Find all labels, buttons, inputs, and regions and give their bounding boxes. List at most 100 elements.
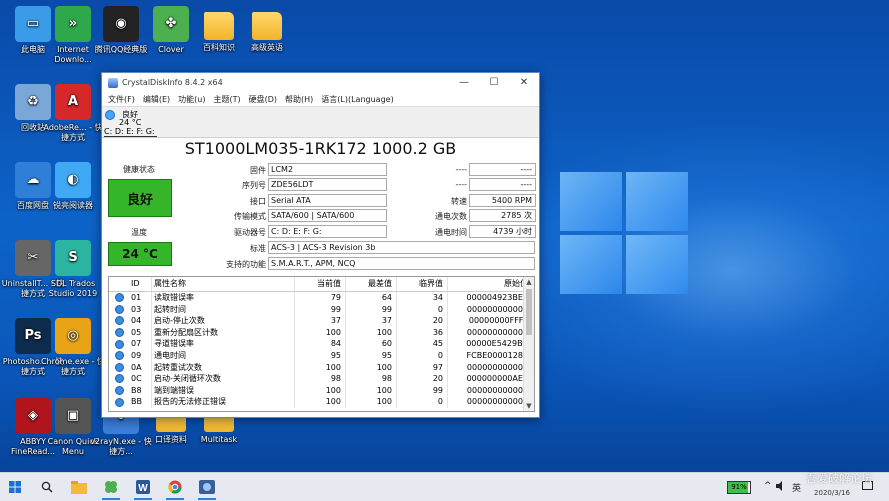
speaker-icon[interactable] (776, 481, 786, 494)
crystaldiskinfo-window[interactable]: CrystalDiskInfo 8.4.2 x64 — ☐ ✕ 文件(F) 编辑(… (101, 72, 540, 418)
search-icon[interactable] (36, 477, 58, 497)
scroll-down-icon[interactable]: ▼ (524, 401, 534, 411)
header-worst[interactable]: 最差值 (345, 277, 396, 291)
cell-id: BB (131, 397, 142, 407)
battery-percent: 91% (731, 483, 747, 491)
cell-id: B8 (131, 385, 142, 395)
watermark: 吾爱破解论坛 (806, 472, 872, 485)
file-explorer-icon[interactable] (68, 477, 90, 497)
features-value: S.M.A.R.T., APM, NCQ (268, 257, 535, 270)
desktop-icon[interactable]: A AdobeRe... - 快捷方式 (40, 84, 106, 143)
cell-current: 100 (294, 396, 345, 408)
battery-indicator[interactable]: 91% (727, 481, 751, 494)
cell-id: 01 (131, 293, 142, 302)
cell-raw: 000000000000 (447, 303, 532, 316)
cell-id: 04 (131, 316, 142, 326)
cell-name: 端到端错误 (151, 384, 294, 397)
menu-item[interactable]: 硬盘(D) (245, 94, 281, 105)
desktop-icon-label: Chrome.exe - 快捷方式 (40, 357, 106, 376)
menu-item[interactable]: 编辑(E) (139, 94, 174, 105)
transfer-mode-value: SATA/600 | SATA/600 (268, 209, 387, 222)
crystaldiskinfo-icon[interactable] (196, 477, 218, 500)
desktop-icon-label: 高级英语 (251, 43, 283, 52)
word-icon[interactable]: W (132, 477, 154, 500)
header-id[interactable]: ID (129, 277, 151, 291)
menu-item[interactable]: 语言(L)(Language) (317, 94, 397, 105)
status-dot-icon (109, 350, 129, 362)
table-scrollbar[interactable]: ▲ ▼ (523, 277, 534, 411)
cell-current: 99 (294, 303, 345, 316)
cell-id: 07 (131, 339, 142, 349)
cell-worst: 99 (345, 303, 396, 316)
drive-selector-strip[interactable]: 良好 24 °C C: D: E: F: G: (102, 106, 539, 138)
interface-value: Serial ATA (268, 194, 387, 207)
header-current[interactable]: 当前值 (294, 277, 345, 291)
menu-item[interactable]: 功能(u) (174, 94, 209, 105)
table-row[interactable]: BB 报告的无法修正错误 100 100 0 000000000000 (109, 396, 534, 408)
windows-start-icon[interactable] (4, 477, 26, 497)
header-raw[interactable]: 原始值 (447, 277, 532, 291)
cell-current: 95 (294, 349, 345, 362)
cell-current: 100 (294, 384, 345, 397)
cell-name: 起转重试次数 (151, 361, 294, 374)
desktop-icon[interactable]: S SDL Trados Studio 2019 (40, 240, 106, 299)
strip-temp: 24 °C (119, 118, 142, 127)
cell-worst: 37 (345, 315, 396, 327)
table-header: ID 属性名称 当前值 最差值 临界值 原始值 (109, 277, 534, 292)
cell-name: 读取错误率 (151, 292, 294, 304)
chrome-icon: ◎ (55, 318, 91, 354)
scroll-thumb[interactable] (526, 289, 532, 335)
cell-id: 09 (131, 350, 142, 360)
clover-icon: ✤ (153, 6, 189, 42)
table-row[interactable]: 09 通电时间 95 95 0 FCBE00001283 (109, 349, 534, 362)
cell-threshold: 34 (396, 292, 447, 304)
desktop-icon[interactable]: ◎ Chrome.exe - 快捷方式 (40, 318, 106, 377)
cell-name: 寻道错误率 (151, 338, 294, 350)
status-dot-icon (109, 327, 129, 339)
health-status-button[interactable]: 良好 (108, 179, 172, 217)
table-row[interactable]: 03 起转时间 99 99 0 000000000000 (109, 303, 534, 316)
desktop-icon[interactable]: ◐ 锐亮阅读器 (40, 162, 106, 211)
windows-logo-wallpaper (560, 172, 690, 296)
menu-item[interactable]: 文件(F) (104, 94, 139, 105)
header-name[interactable]: 属性名称 (151, 277, 294, 291)
table-row[interactable]: 04 启动-停止次数 37 37 20 00000000FFFF (109, 315, 534, 327)
table-row[interactable]: 0A 起转重试次数 100 100 97 000000000000 (109, 361, 534, 374)
ime-indicator[interactable]: 英 (792, 481, 801, 494)
cell-raw: 000000000000 (447, 384, 532, 397)
cell-name: 起转时间 (151, 303, 294, 316)
smart-attribute-table[interactable]: ID 属性名称 当前值 最差值 临界值 原始值 01 读取错误率 79 64 34 000… (108, 276, 535, 412)
cell-worst: 100 (345, 326, 396, 339)
close-button[interactable]: ✕ (509, 73, 539, 92)
menu-item[interactable]: 主题(T) (209, 94, 244, 105)
cell-worst: 100 (345, 396, 396, 408)
header-threshold[interactable]: 临界值 (396, 277, 447, 291)
cell-raw: 000000000AE1 (447, 373, 532, 385)
title-bar[interactable]: CrystalDiskInfo 8.4.2 x64 — ☐ ✕ (102, 73, 539, 92)
cell-threshold: 20 (396, 315, 447, 327)
table-row[interactable]: B8 端到端错误 100 100 99 000000000000 (109, 384, 534, 397)
cell-raw: FCBE00001283 (447, 349, 532, 362)
table-row[interactable]: 07 寻道错误率 84 60 45 00000E5429BC (109, 338, 534, 350)
table-row[interactable]: 0C 启动-关闭循环次数 98 98 20 000000000AE1 (109, 373, 534, 385)
minimize-button[interactable]: — (449, 73, 479, 92)
chrome-icon[interactable] (164, 477, 186, 500)
table-row[interactable]: 01 读取错误率 79 64 34 000004923BE2 (109, 292, 534, 304)
desktop-icon[interactable]: 高级英语 (234, 6, 300, 53)
cell-name: 通电时间 (151, 349, 294, 362)
strip-drives[interactable]: C: D: E: F: G: (104, 127, 157, 137)
cell-worst: 60 (345, 338, 396, 350)
desktop-icon-label: AdobeRe... - 快捷方式 (43, 123, 103, 142)
maximize-button[interactable]: ☐ (479, 73, 509, 92)
scroll-up-icon[interactable]: ▲ (524, 277, 534, 287)
cell-worst: 95 (345, 349, 396, 362)
table-row[interactable]: 05 重新分配扇区计数 100 100 36 000000000000 (109, 326, 534, 339)
cell-current: 100 (294, 326, 345, 339)
power-on-hours-value: 4739 小时 (469, 225, 536, 238)
cell-id: 0C (131, 374, 142, 384)
menu-item[interactable]: 帮助(H) (281, 94, 317, 105)
cell-current: 98 (294, 373, 345, 385)
chevron-up-icon[interactable]: ^ (764, 481, 772, 491)
clover-icon[interactable] (100, 477, 122, 500)
cell-current: 100 (294, 361, 345, 374)
